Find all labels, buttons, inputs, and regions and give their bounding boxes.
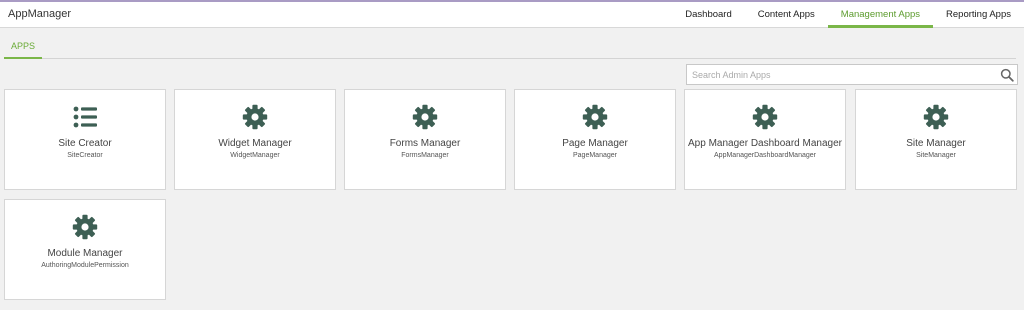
app-name: Module Manager <box>47 248 123 259</box>
app-card-page-manager[interactable]: Page Manager PageManager <box>514 89 676 190</box>
search-icon[interactable] <box>1000 68 1014 82</box>
main-nav: Dashboard Content Apps Management Apps R… <box>672 2 1024 28</box>
tab-apps[interactable]: APPS <box>4 38 42 59</box>
app-name: Site Manager <box>906 138 966 149</box>
app-code: SiteManager <box>916 152 956 159</box>
app-name: Page Manager <box>562 138 628 149</box>
nav-content-apps[interactable]: Content Apps <box>745 2 828 28</box>
app-card-app-manager-dashboard-manager[interactable]: App Manager Dashboard Manager AppManager… <box>684 89 846 190</box>
sub-tabs: APPS <box>4 38 1016 59</box>
list-icon <box>73 106 97 128</box>
app-name: Widget Manager <box>218 138 292 149</box>
app-name: App Manager Dashboard Manager <box>688 138 842 149</box>
app-code: AuthoringModulePermission <box>41 262 129 269</box>
app-name: Site Creator <box>58 138 112 149</box>
app-card-widget-manager[interactable]: Widget Manager WidgetManager <box>174 89 336 190</box>
top-bar: AppManager Dashboard Content Apps Manage… <box>0 0 1024 28</box>
app-card-module-manager[interactable]: Module Manager AuthoringModulePermission <box>4 199 166 300</box>
app-card-site-manager[interactable]: Site Manager SiteManager <box>855 89 1017 190</box>
nav-reporting-apps[interactable]: Reporting Apps <box>933 2 1024 28</box>
gear-icon <box>582 104 608 130</box>
app-code: AppManagerDashboardManager <box>714 152 816 159</box>
gear-icon <box>412 104 438 130</box>
app-code: SiteCreator <box>67 152 103 159</box>
app-code: WidgetManager <box>230 152 280 159</box>
nav-dashboard[interactable]: Dashboard <box>672 2 744 28</box>
gear-icon <box>72 214 98 240</box>
app-title: AppManager <box>8 8 71 20</box>
app-card-forms-manager[interactable]: Forms Manager FormsManager <box>344 89 506 190</box>
app-code: FormsManager <box>401 152 449 159</box>
gear-icon <box>242 104 268 130</box>
gear-icon <box>752 104 778 130</box>
search-input[interactable] <box>687 65 987 85</box>
app-name: Forms Manager <box>389 138 461 149</box>
nav-management-apps[interactable]: Management Apps <box>827 2 934 28</box>
app-code: PageManager <box>573 152 617 159</box>
search-box <box>686 64 1018 85</box>
app-card-site-creator[interactable]: Site Creator SiteCreator <box>4 89 166 190</box>
gear-icon <box>923 104 949 130</box>
